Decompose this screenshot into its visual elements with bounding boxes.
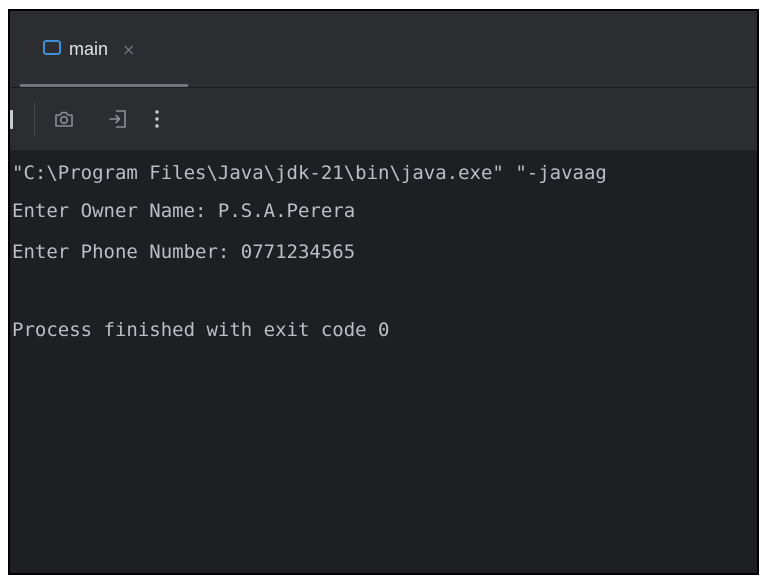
console-line: Enter Phone Number: 0771234565	[12, 241, 356, 263]
more-vertical-icon[interactable]	[146, 108, 168, 130]
console-line: "C:\Program Files\Java\jdk-21\bin\java.e…	[12, 162, 607, 184]
console-output[interactable]: "C:\Program Files\Java\jdk-21\bin\java.e…	[10, 151, 757, 573]
console-line: Enter Owner Name: P.S.A.Perera	[12, 200, 356, 222]
exit-icon[interactable]	[107, 108, 129, 130]
tab-bar: main ×	[10, 11, 757, 88]
active-tab-indicator	[20, 84, 188, 87]
tab-main-label: main	[69, 39, 109, 59]
tab-main[interactable]: main ×	[20, 31, 188, 85]
run-tool-window: main × "C:\Program Files\Java\jdk-21\bin…	[8, 9, 759, 575]
toolbar-separator	[34, 102, 35, 136]
camera-icon[interactable]	[53, 108, 75, 130]
close-icon[interactable]: ×	[122, 40, 135, 59]
stop-icon[interactable]	[10, 110, 13, 129]
console-window-icon	[43, 40, 61, 55]
run-toolbar	[10, 88, 757, 150]
console-line: Process finished with exit code 0	[12, 319, 390, 341]
